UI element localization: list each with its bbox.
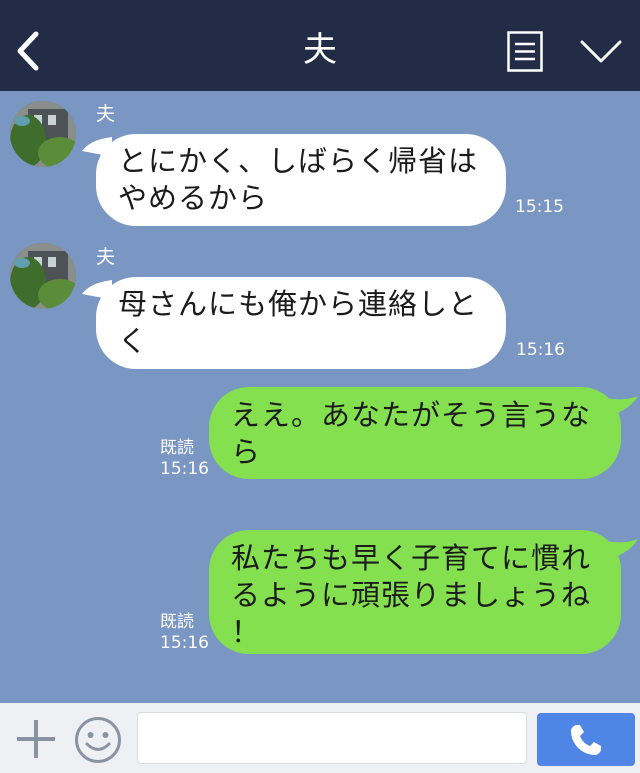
message-line: 母さんにも俺から連絡しと bbox=[118, 287, 479, 321]
message-line: 私たちも早く子育てに慣れ bbox=[231, 541, 592, 575]
read-receipt: 既読 15:16 bbox=[160, 612, 209, 653]
chat-title: 夫 bbox=[303, 30, 337, 70]
smile-icon[interactable] bbox=[74, 716, 122, 764]
input-bar bbox=[0, 703, 640, 773]
avatar[interactable] bbox=[10, 243, 76, 309]
bubble-tail bbox=[606, 539, 638, 561]
message-bubble[interactable]: 母さんにも俺から連絡しと く bbox=[96, 277, 506, 369]
sender-name: 夫 bbox=[96, 246, 116, 268]
message-time: 15:16 bbox=[516, 340, 565, 360]
sender-name: 夫 bbox=[96, 103, 116, 125]
menu-icon[interactable] bbox=[507, 31, 543, 72]
message-line: とにかく、しばらく帰省は bbox=[118, 144, 479, 178]
chevron-down-icon[interactable] bbox=[580, 38, 622, 66]
message-line: く bbox=[118, 324, 149, 358]
chat-header: 夫 bbox=[0, 0, 640, 91]
message-bubble[interactable]: 私たちも早く子育てに慣れ るように頑張りましょうね ！ bbox=[209, 530, 621, 654]
message-line: やめるから bbox=[118, 181, 269, 215]
plus-icon[interactable] bbox=[14, 717, 58, 761]
message-input[interactable] bbox=[137, 712, 527, 764]
bubble-tail bbox=[606, 396, 638, 418]
message-bubble[interactable]: ええ。あなたがそう言うな ら bbox=[209, 387, 621, 479]
phone-icon bbox=[571, 725, 601, 755]
read-receipt: 既読 15:16 bbox=[160, 438, 209, 479]
message-bubble[interactable]: とにかく、しばらく帰省は やめるから bbox=[96, 134, 506, 226]
call-button[interactable] bbox=[537, 713, 635, 766]
message-line: るように頑張りましょうね bbox=[231, 578, 592, 612]
message-time: 15:15 bbox=[515, 197, 564, 217]
message-list[interactable]: 夫 とにかく、しばらく帰省は やめるから 15:15 夫 母さんにも俺から連絡し… bbox=[0, 91, 640, 703]
message-line: ら bbox=[231, 435, 262, 469]
avatar[interactable] bbox=[10, 101, 76, 167]
message-line: ええ。あなたがそう言うな bbox=[231, 398, 592, 432]
message-line: ！ bbox=[231, 615, 262, 649]
